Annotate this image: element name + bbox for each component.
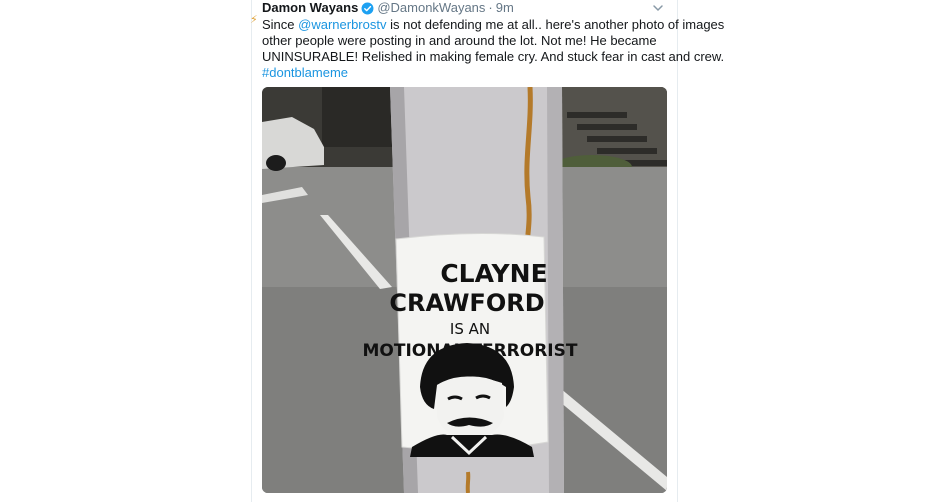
timeline-border-right xyxy=(677,0,678,502)
tweet-photo[interactable]: CLAYNE CRAWFORD IS AN MOTIONAL TERRORIST xyxy=(262,87,667,493)
tweet-text: Since @warnerbrostv is not defending me … xyxy=(262,17,725,81)
user-handle[interactable]: @DamonkWayans xyxy=(377,0,485,16)
sticker-line-2: CRAWFORD xyxy=(389,289,544,317)
display-name[interactable]: Damon Wayans xyxy=(262,0,358,16)
photo-scene: CLAYNE CRAWFORD IS AN MOTIONAL TERRORIST xyxy=(262,87,667,493)
tweet-text-line-3: UNINSURABLE! Relished in making female c… xyxy=(262,49,725,64)
timeline-border-left xyxy=(251,0,252,502)
hashtag-link[interactable]: #dontblameme xyxy=(262,65,672,81)
timestamp[interactable]: 9m xyxy=(496,0,514,16)
mention-link[interactable]: @warnerbrostv xyxy=(298,17,386,32)
tweet-text-line-1: Since @warnerbrostv is not defending me … xyxy=(262,17,724,33)
verified-badge-icon xyxy=(361,2,374,14)
separator-dot: · xyxy=(488,0,493,15)
sticker-line-1: CLAYNE xyxy=(440,259,547,288)
tweet-text-line-2: other people were posting in and around … xyxy=(262,33,657,48)
tweet: ⚡ Damon Wayans @DamonkWayans · 9m Since … xyxy=(0,0,928,502)
lightning-icon: ⚡ xyxy=(250,14,258,26)
sticker-line-3: IS AN xyxy=(450,320,490,338)
tweet-header: Damon Wayans @DamonkWayans · 9m xyxy=(262,0,514,16)
chevron-down-icon[interactable] xyxy=(651,1,665,15)
text-prefix: Since xyxy=(262,17,299,32)
text-suffix: is not defending me at all.. here's anot… xyxy=(386,17,725,32)
